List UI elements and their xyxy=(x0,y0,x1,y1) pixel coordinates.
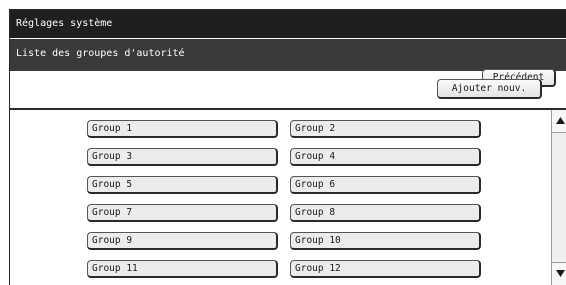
group-button-11[interactable]: Group 11 xyxy=(87,260,278,278)
group-button-3[interactable]: Group 3 xyxy=(87,148,278,166)
add-new-button[interactable]: Ajouter nouv. xyxy=(437,79,542,99)
group-button-12[interactable]: Group 12 xyxy=(290,260,481,278)
group-button-7[interactable]: Group 7 xyxy=(87,204,278,222)
group-button-10[interactable]: Group 10 xyxy=(290,232,481,250)
group-list: Group 1 Group 2 Group 3 Group 4 Group 5 … xyxy=(10,110,550,285)
group-button-5[interactable]: Group 5 xyxy=(87,176,278,194)
triangle-down-icon xyxy=(556,270,565,277)
page-title: Liste des groupes d'autorité xyxy=(16,48,185,59)
group-button-6[interactable]: Group 6 xyxy=(290,176,481,194)
group-button-1[interactable]: Group 1 xyxy=(87,120,278,138)
triangle-up-icon xyxy=(556,117,565,124)
scrollbar[interactable] xyxy=(551,110,566,285)
window-title: Réglages système xyxy=(16,18,113,29)
group-button-2[interactable]: Group 2 xyxy=(290,120,481,138)
scroll-down-button[interactable] xyxy=(552,262,566,285)
title-bar: Réglages système xyxy=(10,10,566,38)
group-button-8[interactable]: Group 8 xyxy=(290,204,481,222)
page-header: Liste des groupes d'autorité Précédent xyxy=(10,39,566,87)
scroll-up-button[interactable] xyxy=(552,110,566,133)
group-button-4[interactable]: Group 4 xyxy=(290,148,481,166)
system-settings-panel: Réglages système Liste des groupes d'aut… xyxy=(9,9,566,285)
scroll-track[interactable] xyxy=(552,133,566,261)
group-button-9[interactable]: Group 9 xyxy=(87,232,278,250)
